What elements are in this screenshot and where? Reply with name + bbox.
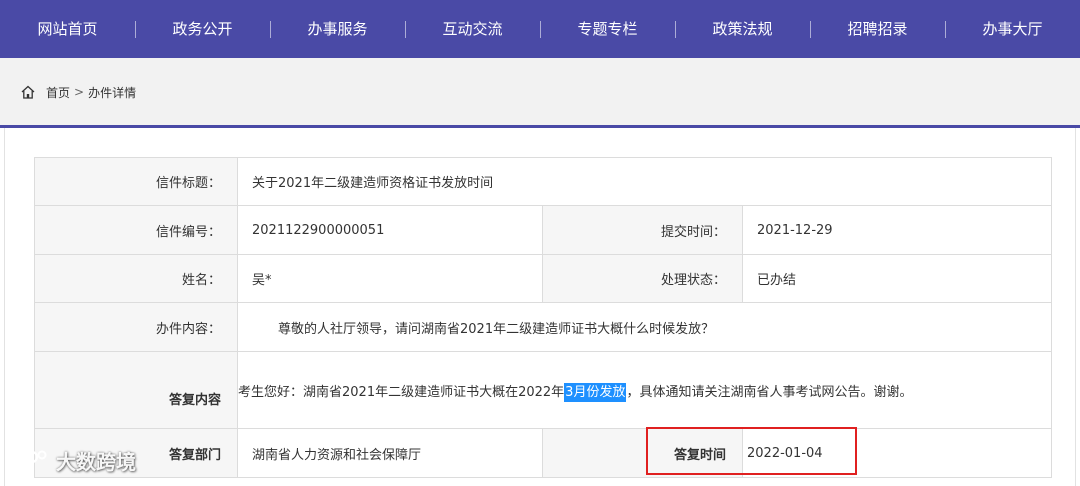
reply-content-value: 考生您好：湖南省2021年二级建造师证书大概在2022年3月份发放，具体通知请关…: [236, 351, 1053, 429]
breadcrumb-separator: >: [74, 85, 85, 99]
watermark: 大数跨境: [8, 446, 136, 475]
reply-highlight: 3月份发放: [564, 382, 627, 402]
name-value: 吴*: [237, 254, 543, 303]
letter-number-value: 2021122900000051: [237, 205, 543, 255]
nav-item-home[interactable]: 网站首页: [0, 0, 135, 58]
reply-text-start: 考生您好：湖南省2021年二级建造师证书大概在2022年: [238, 384, 565, 400]
table-row: 信件编号： 2021122900000051 提交时间： 2021-12-29: [34, 205, 1053, 255]
main-navigation: 网站首页 政务公开 办事服务 互动交流 专题专栏 政策法规 招聘招录 办事大厅: [0, 0, 1080, 58]
name-label: 姓名：: [34, 254, 238, 303]
breadcrumb: 首页 > 办件详情: [0, 58, 1080, 126]
letter-number-label: 信件编号：: [34, 205, 238, 255]
breadcrumb-current: 办件详情: [88, 85, 137, 100]
content-label: 办件内容：: [34, 302, 238, 352]
watermark-text: 大数跨境: [56, 450, 136, 474]
nav-item-service-hall[interactable]: 办事大厅: [945, 0, 1080, 58]
content-text: 尊敬的人社厅领导，请问湖南省2021年二级建造师证书大概什么时候发放？: [278, 321, 715, 337]
nav-item-services[interactable]: 办事服务: [270, 0, 405, 58]
submit-time-label: 提交时间：: [542, 205, 743, 255]
nav-item-interaction[interactable]: 互动交流: [405, 0, 540, 58]
table-row: 答复部门 湖南省人力资源和社会保障厅 答复时间 2022-01-04: [34, 428, 1053, 478]
letter-detail-table: 信件标题： 关于2021年二级建造师资格证书发放时间 信件编号： 2021122…: [34, 157, 1053, 478]
reply-department-value: 湖南省人力资源和社会保障厅: [237, 428, 543, 478]
title-value: 关于2021年二级建造师资格证书发放时间: [236, 157, 1053, 206]
content-value: 尊敬的人社厅领导，请问湖南省2021年二级建造师证书大概什么时候发放？: [236, 302, 1053, 352]
table-row: 答复内容 考生您好：湖南省2021年二级建造师证书大概在2022年3月份发放，具…: [34, 351, 1053, 429]
table-row: 办件内容： 尊敬的人社厅领导，请问湖南省2021年二级建造师证书大概什么时候发放…: [34, 302, 1053, 352]
nav-item-government-affairs[interactable]: 政务公开: [135, 0, 270, 58]
status-value: 已办结: [741, 254, 1053, 303]
nav-item-policies[interactable]: 政策法规: [675, 0, 810, 58]
reply-time-annotation-box: [646, 427, 857, 475]
status-label: 处理状态：: [542, 254, 743, 303]
reply-text-end: ，具体通知请关注湖南省人事考试网公告。谢谢。: [626, 384, 913, 400]
home-icon[interactable]: [20, 84, 36, 100]
table-row: 姓名： 吴* 处理状态： 已办结: [34, 254, 1053, 303]
table-row: 信件标题： 关于2021年二级建造师资格证书发放时间: [34, 157, 1053, 206]
nav-item-special-topics[interactable]: 专题专栏: [540, 0, 675, 58]
reply-content-label: 答复内容: [34, 351, 238, 429]
submit-time-value: 2021-12-29: [741, 205, 1053, 255]
breadcrumb-home-link[interactable]: 首页: [46, 84, 70, 101]
title-label: 信件标题：: [34, 157, 238, 206]
watermark-logo-icon: [9, 450, 47, 471]
nav-item-recruitment[interactable]: 招聘招录: [810, 0, 945, 58]
